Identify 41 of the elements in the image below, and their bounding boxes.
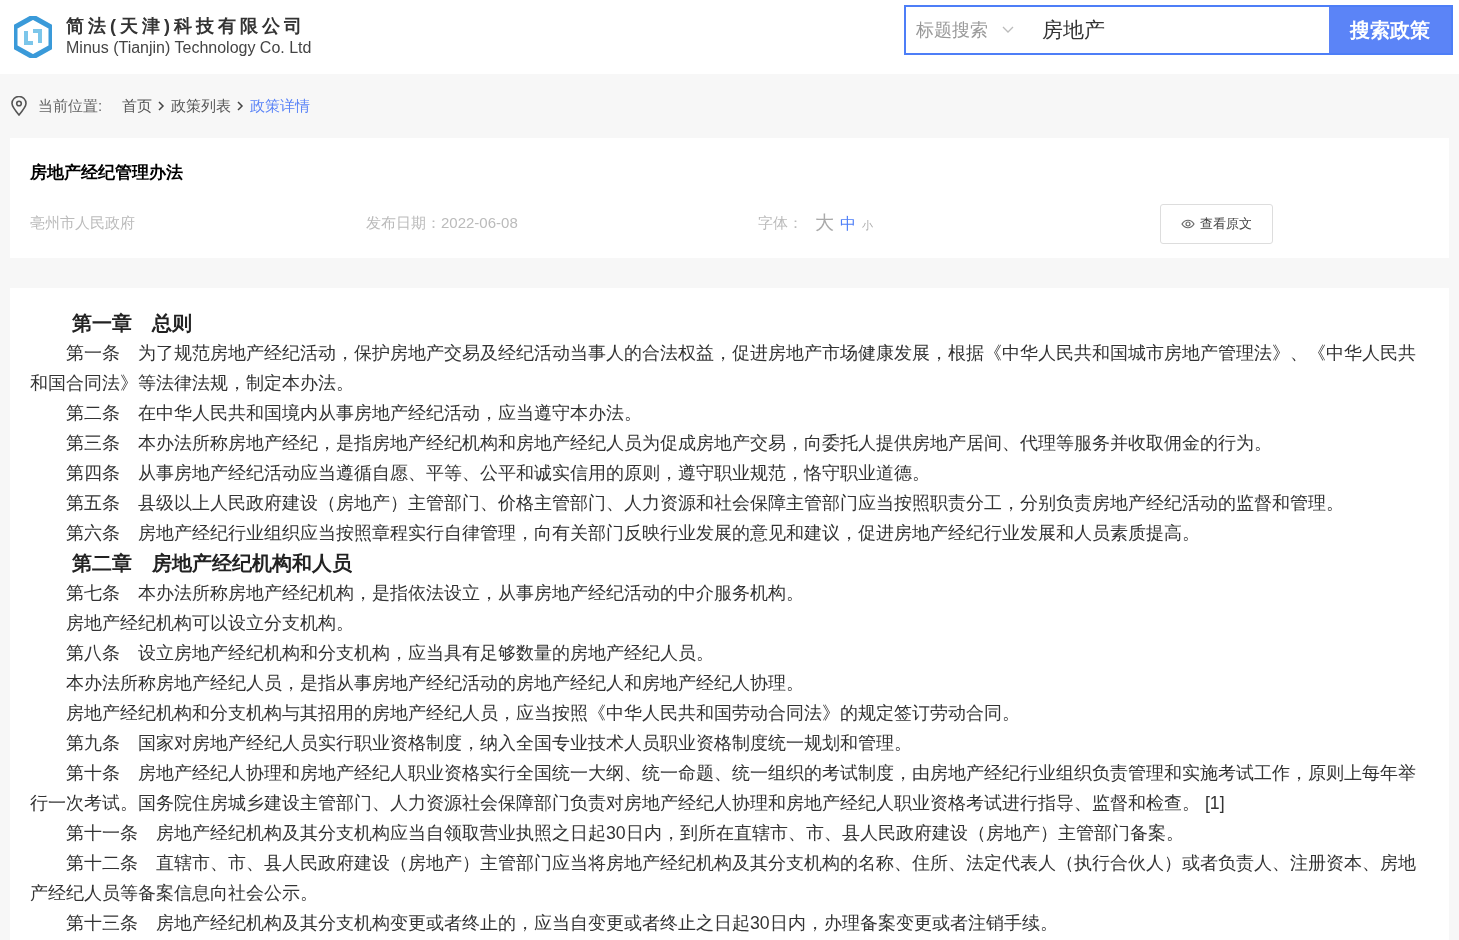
- policy-title: 房地产经纪管理办法: [30, 162, 184, 184]
- article-paragraph: 第十三条 房地产经纪机构及其分支机构变更或者终止的，应当自变更或者终止之日起30日内，办理备案变更或者注销手续。: [65, 912, 1059, 935]
- article-paragraph: 房地产经纪机构和分支机构与其招用的房地产经纪人员，应当按照《中华人民共和国劳动合同法》的规定签订劳动合同。: [65, 702, 1021, 725]
- search-scope-dropdown[interactable]: 标题搜索: [906, 7, 1042, 53]
- location-pin-icon: [10, 96, 28, 116]
- eye-icon: [1181, 218, 1195, 229]
- issuer: 亳州市人民政府: [30, 213, 136, 234]
- breadcrumb-label: 当前位置:: [38, 95, 103, 116]
- chevron-right-icon: [237, 101, 245, 111]
- article-paragraph: 第十条 房地产经纪人协理和房地产经纪人职业资格实行全国统一大纲、统一命题、统一组织的考试制度，由房地产经纪行业组织负责管理和实施考试工作，原则上每年举行一次考试。国务院住房城乡建设主管部门、人力资源社会保障部门负责对房地产经纪人协理和房地产经纪人职业资格考试进行指导、监督和检查。 [1]: [30, 762, 1417, 815]
- article-paragraph: 第三条 本办法所称房地产经纪，是指房地产经纪机构和房地产经纪人员为促成房地产交易，向委托人提供房地产居间、代理等服务并收取佣金的行为。: [65, 432, 1273, 455]
- article-paragraph: 第四条 从事房地产经纪活动应当遵循自愿、平等、公平和诚实信用的原则，遵守职业规范，恪守职业道德。: [65, 462, 931, 485]
- article-paragraph: 第七条 本办法所称房地产经纪机构，是指依法设立，从事房地产经纪活动的中介服务机构。: [65, 582, 805, 605]
- logo-icon: [14, 16, 52, 58]
- chevron-down-icon: [1002, 26, 1014, 34]
- article-paragraph: 第九条 国家对房地产经纪人员实行职业资格制度，纳入全国专业技术人员职业资格制度统一规划和管理。: [65, 732, 913, 755]
- publish-date: 发布日期：2022-06-08: [366, 213, 519, 234]
- search-field[interactable]: 标题搜索 房地产 搜索政策: [904, 5, 1453, 55]
- font-size-label: 字体：: [758, 213, 803, 234]
- article-paragraph: 第十二条 直辖市、市、县人民政府建设（房地产）主管部门应当将房地产经纪机构及其分支机构的名称、住所、法定代表人（执行合伙人）或者负责人、注册资本、房地产经纪人员等备案信息向社会公示。: [30, 852, 1417, 905]
- chapter-heading: 第一章 总则: [71, 311, 193, 336]
- breadcrumb-link[interactable]: 首页: [122, 94, 153, 118]
- chapter-heading: 第二章 房地产经纪机构和人员: [71, 551, 353, 576]
- breadcrumb-link[interactable]: 政策详情: [250, 94, 311, 118]
- article-paragraph: 第一条 为了规范房地产经纪活动，保护房地产交易及经纪活动当事人的合法权益，促进房地产市场健康发展，根据《中华人民共和国城市房地产管理法》、《中华人民共和国合同法》等法律法规，制定本办法。: [30, 342, 1417, 395]
- company-name-english: Minus (Tianjin) Technology Co. Ltd: [66, 38, 312, 58]
- article-paragraph: 第十一条 房地产经纪机构及其分支机构应当自领取营业执照之日起30日内，到所在直辖市、市、县人民政府建设（房地产）主管部门备案。: [65, 822, 1185, 845]
- view-original-button[interactable]: 查看原文: [1160, 203, 1273, 244]
- search-button[interactable]: 搜索政策: [1329, 7, 1451, 53]
- chevron-right-icon: [158, 101, 166, 111]
- article-paragraph: 第二条 在中华人民共和国境内从事房地产经纪活动，应当遵守本办法。: [65, 402, 643, 425]
- article-paragraph: 房地产经纪机构可以设立分支机构。: [65, 612, 355, 635]
- company-name: 简法(天津)科技有限公司: [66, 15, 307, 37]
- article-paragraph: 第六条 房地产经纪行业组织应当按照章程实行自律管理，向有关部门反映行业发展的意见和建议，促进房地产经纪行业发展和人员素质提高。: [65, 522, 1201, 545]
- font-size-option[interactable]: 大: [815, 209, 834, 238]
- article-paragraph: 本办法所称房地产经纪人员，是指从事房地产经纪活动的房地产经纪人和房地产经纪人协理。: [65, 672, 805, 695]
- article-paragraph: 第五条 县级以上人民政府建设（房地产）主管部门、价格主管部门、人力资源和社会保障主管部门应当按照职责分工，分别负责房地产经纪活动的监督和管理。: [65, 492, 1345, 515]
- font-size-option[interactable]: 中: [840, 212, 856, 237]
- article-paragraph: 第八条 设立房地产经纪机构和分支机构，应当具有足够数量的房地产经纪人员。: [65, 642, 715, 665]
- font-size-option[interactable]: 小: [862, 217, 873, 234]
- breadcrumb-link[interactable]: 政策列表: [171, 94, 232, 118]
